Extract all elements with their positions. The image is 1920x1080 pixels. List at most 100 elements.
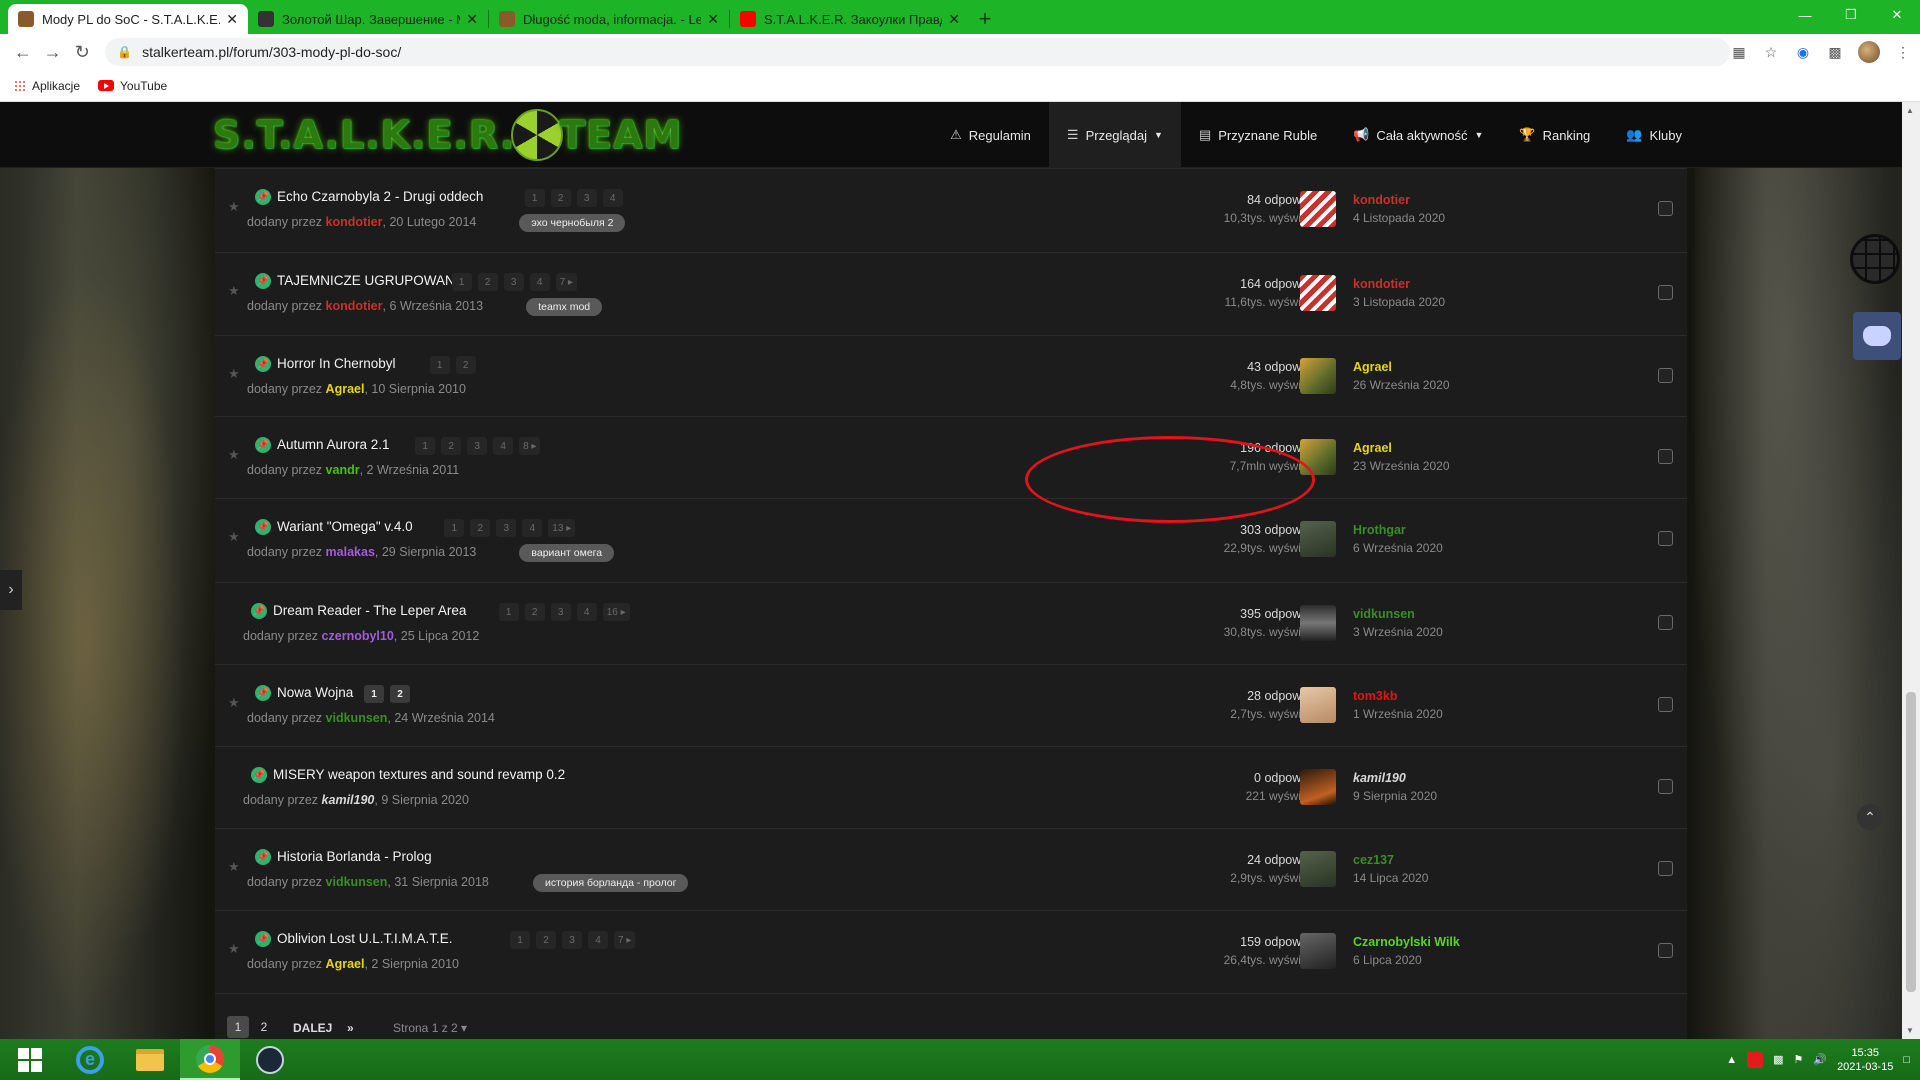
notifications-icon[interactable]: □ (1903, 1054, 1910, 1066)
star-icon[interactable]: ★ (228, 859, 240, 875)
select-checkbox[interactable] (1658, 285, 1673, 300)
close-window-icon[interactable]: ✕ (1874, 0, 1920, 30)
author-link[interactable]: malakas (326, 545, 375, 559)
topic-page-link[interactable]: 3 (550, 603, 571, 621)
back-to-top-chevron-up-icon[interactable]: ⌃ (1857, 804, 1883, 830)
topic-page-link[interactable]: 1 (415, 437, 436, 455)
page-1-button[interactable]: 1 (227, 1016, 249, 1038)
topic-page-link[interactable]: 1 (498, 603, 519, 621)
browser-tab[interactable]: S.T.A.L.K.E.R. Закоулки Правды ✕ (730, 4, 970, 34)
nav-ranking[interactable]: 🏆 Ranking (1501, 102, 1608, 168)
page-scrollbar[interactable]: ▲ ▼ (1902, 102, 1920, 1039)
tray-expand-icon[interactable]: ▲ (1726, 1054, 1737, 1066)
select-checkbox[interactable] (1658, 697, 1673, 712)
topic-page-link[interactable]: 3 (496, 519, 517, 537)
topic-title-link[interactable]: MISERY weapon textures and sound revamp … (273, 767, 565, 782)
select-checkbox[interactable] (1658, 861, 1673, 876)
topic-page-link[interactable]: 1 (510, 931, 530, 949)
last-poster-link[interactable]: Hrothgar (1353, 523, 1406, 537)
extension-shield-icon[interactable]: ◉ (1794, 43, 1812, 61)
select-checkbox[interactable] (1658, 779, 1673, 794)
topic-page-link[interactable]: 1 (524, 189, 545, 207)
page-jump-dropdown[interactable]: Strona 1 z 2 ▾ (393, 1021, 467, 1035)
browser-tab[interactable]: Mody PL do SoC - S.T.A.L.K.E.R.T ✕ (8, 4, 248, 34)
minimize-icon[interactable]: — (1782, 0, 1828, 30)
topic-page-link[interactable]: 7 ▸ (614, 931, 636, 949)
nav-cała-aktywność[interactable]: 📢 Cała aktywność ▼ (1335, 102, 1501, 168)
reload-icon[interactable]: ↻ (67, 37, 97, 67)
topic-page-link[interactable]: 2 (477, 273, 498, 291)
author-link[interactable]: vidkunsen (326, 711, 388, 725)
topic-page-link[interactable]: 3 (562, 931, 582, 949)
avatar[interactable] (1300, 851, 1336, 887)
flag-icon[interactable]: ⚑ (1793, 1053, 1803, 1066)
topic-page-link[interactable]: 1 (429, 356, 450, 374)
topic-title-link[interactable]: Horror In Chernobyl (277, 356, 396, 371)
author-link[interactable]: Agrael (326, 957, 365, 971)
globe-icon[interactable] (1850, 234, 1900, 284)
topic-tag[interactable]: teamx mod (526, 298, 603, 316)
volume-icon[interactable]: 🔊 (1813, 1053, 1827, 1066)
scrollbar-thumb[interactable] (1906, 692, 1916, 992)
last-poster-link[interactable]: kondotier (1353, 277, 1410, 291)
topic-tag[interactable]: эхо чернобыля 2 (519, 214, 626, 232)
translate-icon[interactable]: ▦ (1730, 43, 1748, 61)
menu-kebab-icon[interactable]: ⋮ (1894, 43, 1912, 61)
topic-page-link[interactable]: 3 (503, 273, 524, 291)
bookmark-aplikacje[interactable]: Aplikacje (14, 79, 80, 93)
topic-page-link[interactable]: 1 (364, 685, 384, 703)
author-link[interactable]: Agrael (326, 382, 365, 396)
nav-kluby[interactable]: 👥 Kluby (1608, 102, 1700, 168)
avatar[interactable] (1300, 769, 1336, 805)
last-poster-link[interactable]: tom3kb (1353, 689, 1397, 703)
browser-tab[interactable]: Золотой Шар. Завершение - М ✕ (248, 4, 488, 34)
discord-icon[interactable] (1853, 312, 1901, 360)
select-checkbox[interactable] (1658, 531, 1673, 546)
topic-tag[interactable]: вариант омега (519, 544, 615, 562)
topic-page-link[interactable]: 4 (529, 273, 550, 291)
browser-tab[interactable]: Długość moda, informacja. - Lev ✕ (489, 4, 729, 34)
sidebar-toggle-chevron-icon[interactable]: › (0, 570, 22, 610)
clock[interactable]: 15:35 2021-03-15 (1837, 1046, 1893, 1074)
last-page-link[interactable]: » (347, 1021, 354, 1035)
topic-title-link[interactable]: Echo Czarnobyla 2 - Drugi oddech (277, 189, 483, 204)
bookmark-star-icon[interactable]: ☆ (1762, 43, 1780, 61)
topic-page-link[interactable]: 7 ▸ (555, 273, 577, 291)
avatar[interactable] (1300, 275, 1336, 311)
topic-page-link[interactable]: 13 ▸ (548, 519, 576, 537)
topic-title-link[interactable]: Wariant "Omega" v.4.0 (277, 519, 413, 534)
select-checkbox[interactable] (1658, 449, 1673, 464)
author-link[interactable]: vandr (326, 463, 360, 477)
address-input[interactable]: 🔒 stalkerteam.pl/forum/303-mody-pl-do-so… (105, 38, 1730, 66)
extensions-puzzle-icon[interactable]: ▩ (1826, 43, 1844, 61)
star-icon[interactable]: ★ (228, 529, 240, 545)
author-link[interactable]: kondotier (326, 215, 383, 229)
profile-avatar[interactable] (1858, 41, 1880, 63)
back-icon[interactable]: ← (8, 37, 38, 67)
nav-przeglądaj[interactable]: ☰ Przeglądaj ▼ (1048, 102, 1181, 168)
author-link[interactable]: kondotier (326, 299, 383, 313)
network-icon[interactable]: ▩ (1773, 1053, 1783, 1066)
select-checkbox[interactable] (1658, 615, 1673, 630)
avatar[interactable] (1300, 521, 1336, 557)
tab-close-icon[interactable]: ✕ (948, 11, 960, 28)
star-icon[interactable]: ★ (228, 695, 240, 711)
topic-page-link[interactable]: 4 (602, 189, 623, 207)
taskbar-chrome[interactable] (180, 1039, 240, 1080)
new-tab-plus-icon[interactable]: + (970, 4, 1000, 34)
taskbar-steam[interactable] (240, 1039, 300, 1080)
star-icon[interactable]: ★ (228, 366, 240, 382)
author-link[interactable]: czernobyl10 (322, 629, 394, 643)
topic-page-link[interactable]: 2 (550, 189, 571, 207)
topic-page-link[interactable]: 2 (441, 437, 462, 455)
avatar[interactable] (1300, 687, 1336, 723)
next-page-link[interactable]: DALEJ (293, 1021, 332, 1035)
forward-icon[interactable]: → (38, 37, 68, 67)
last-poster-link[interactable]: Agrael (1353, 441, 1392, 455)
topic-tag[interactable]: история борланда - пролог (533, 874, 689, 892)
last-poster-link[interactable]: Czarnobylski Wilk (1353, 935, 1460, 949)
tab-close-icon[interactable]: ✕ (707, 11, 719, 28)
scroll-up-arrow-icon[interactable]: ▲ (1906, 106, 1914, 115)
bookmark-youtube[interactable]: YouTube (98, 79, 167, 93)
last-poster-link[interactable]: vidkunsen (1353, 607, 1415, 621)
